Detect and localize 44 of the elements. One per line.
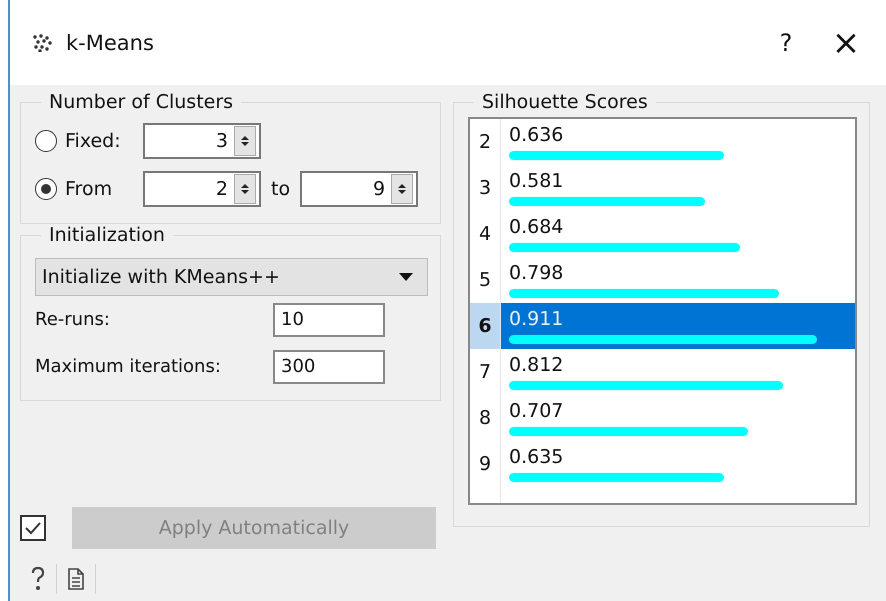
score-cell[interactable]: 0.635 xyxy=(501,441,855,487)
close-button[interactable]: × xyxy=(816,18,876,68)
score-value: 0.707 xyxy=(509,399,564,423)
score-value: 0.798 xyxy=(509,261,564,285)
document-icon[interactable] xyxy=(67,567,85,591)
score-value: 0.635 xyxy=(509,445,564,469)
score-cell[interactable]: 0.707 xyxy=(501,395,855,441)
method-dropdown[interactable]: Initialize with KMeans++ xyxy=(35,258,428,296)
score-cell[interactable]: 0.581 xyxy=(501,165,855,211)
radio-button[interactable] xyxy=(35,130,57,152)
radio-label: From xyxy=(65,178,114,200)
input-field[interactable]: 300 xyxy=(273,350,385,384)
spin-box[interactable]: 9 xyxy=(300,171,418,207)
score-cell[interactable]: 0.636 xyxy=(501,119,855,165)
score-cell[interactable]: 0.798 xyxy=(501,257,855,303)
score-cell[interactable]: 0.684 xyxy=(501,211,855,257)
spin-box[interactable]: 3 xyxy=(143,123,261,159)
group-title: Number of Clusters xyxy=(48,91,234,113)
score-value: 0.581 xyxy=(509,169,564,193)
radio-label: Fixed: xyxy=(65,130,122,152)
field-label: Maximum iterations: xyxy=(35,356,222,377)
field-label: Re-runs: xyxy=(35,309,111,330)
spin-arrows-icon[interactable] xyxy=(234,174,256,204)
spin-arrows-icon[interactable] xyxy=(234,126,256,156)
group-title: Initialization xyxy=(48,224,166,246)
input-field[interactable]: 10 xyxy=(273,302,385,336)
spin-box[interactable]: 2 xyxy=(143,171,261,207)
score-value: 0.911 xyxy=(509,307,564,331)
score-value: 0.684 xyxy=(509,215,564,239)
help-icon[interactable] xyxy=(30,566,46,592)
group-title: Silhouette Scores xyxy=(481,91,649,113)
check-icon xyxy=(23,520,43,536)
row-header[interactable]: 6 xyxy=(470,303,501,349)
spin-arrows-icon[interactable] xyxy=(391,174,414,204)
help-button[interactable]: ? xyxy=(756,18,816,68)
window-title: k-Means xyxy=(66,30,154,54)
radio-button[interactable] xyxy=(35,178,57,200)
score-cell[interactable]: 0.911 xyxy=(501,303,855,349)
dots-icon xyxy=(32,34,54,52)
caret-icon xyxy=(399,273,413,281)
to-label: to xyxy=(270,178,292,200)
score-value: 0.812 xyxy=(509,353,564,377)
score-value: 0.636 xyxy=(509,123,564,147)
score-cell[interactable]: 0.812 xyxy=(501,349,855,395)
